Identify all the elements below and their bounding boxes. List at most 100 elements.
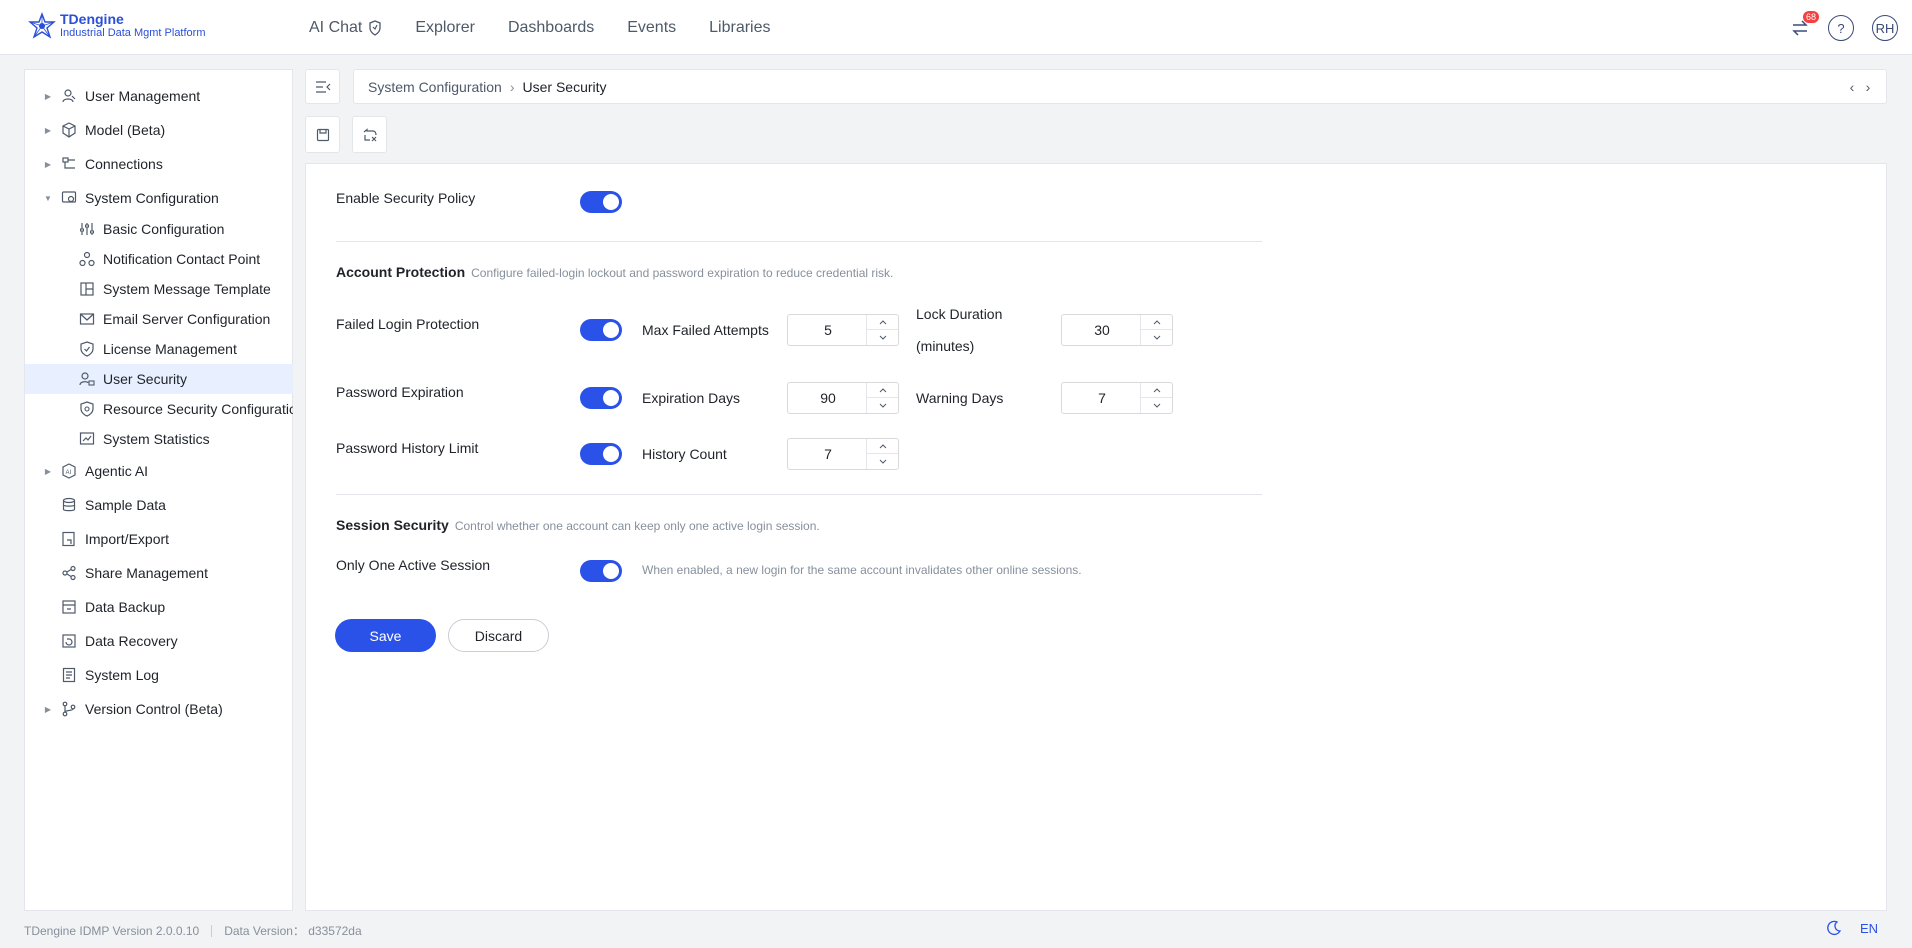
backup-icon	[61, 599, 77, 615]
sidebar-item-agentic-ai[interactable]: ▶ AI Agentic AI	[25, 456, 293, 486]
chevron-down-icon[interactable]	[1141, 330, 1172, 345]
sidebar-item-sample-data[interactable]: Sample Data	[25, 490, 293, 520]
lock-duration-input[interactable]	[1062, 315, 1142, 345]
failed-login-protection-toggle[interactable]	[580, 319, 622, 341]
sidebar-item-label: Notification Contact Point	[103, 251, 261, 267]
sidebar-item-connections[interactable]: ▶ Connections	[25, 149, 293, 179]
chevron-down-icon[interactable]	[867, 454, 898, 469]
svg-text:AI: AI	[66, 470, 72, 476]
sidebar: ▶ User Management ▶ Model (Beta) ▶ Conne…	[24, 69, 293, 911]
discard-button[interactable]: Discard	[448, 619, 549, 652]
session-security-desc: Control whether one account can keep onl…	[454, 519, 820, 533]
sidebar-item-user-security[interactable]: User Security	[25, 364, 293, 394]
caret-down-icon[interactable]: ▼	[43, 194, 53, 203]
data-version: Data Version： d33572da	[224, 924, 362, 938]
account-protection-desc: Configure failed-login lockout and passw…	[471, 266, 894, 280]
sidebar-item-system-log[interactable]: System Log	[25, 660, 293, 690]
expiration-days-stepper	[787, 382, 899, 414]
sidebar-item-data-backup[interactable]: Data Backup	[25, 592, 293, 622]
caret-right-icon[interactable]: ▶	[43, 467, 53, 476]
moon-icon[interactable]	[1826, 920, 1842, 936]
sidebar-item-label: Sample Data	[85, 497, 166, 513]
chevron-down-icon[interactable]	[1141, 398, 1172, 413]
chevron-up-icon[interactable]	[1141, 315, 1172, 330]
caret-right-icon[interactable]: ▶	[43, 126, 53, 135]
sidebar-item-model[interactable]: ▶ Model (Beta)	[25, 115, 293, 145]
sidebar-item-data-recovery[interactable]: Data Recovery	[25, 626, 293, 656]
app-logo[interactable]: TDengine Industrial Data Mgmt Platform	[28, 12, 206, 40]
chevron-up-icon[interactable]	[867, 315, 898, 330]
account-protection-title: Account Protection	[336, 264, 466, 280]
sidebar-item-system-configuration[interactable]: ▼ System Configuration	[25, 183, 293, 213]
sidebar-item-share-management[interactable]: Share Management	[25, 558, 293, 588]
lock-duration-label: Lock Duration (minutes)	[916, 298, 1002, 362]
nav-libraries[interactable]: Libraries	[709, 19, 770, 37]
help-button[interactable]: ?	[1828, 15, 1854, 41]
account-protection-heading: Account Protection Configure failed-login…	[336, 264, 893, 280]
system-config-icon	[61, 190, 77, 206]
language-switch[interactable]: EN	[1860, 921, 1878, 936]
discard-icon	[363, 127, 377, 141]
chevron-left-icon[interactable]: ‹	[1844, 78, 1860, 96]
password-expiration-toggle[interactable]	[580, 387, 622, 409]
history-count-input[interactable]	[788, 439, 868, 469]
sidebar-item-import-export[interactable]: Import/Export	[25, 524, 293, 554]
sidebar-item-resource-security-configuration[interactable]: Resource Security Configuration	[25, 394, 293, 424]
sidebar-item-license-management[interactable]: License Management	[25, 334, 293, 364]
sidebar-item-label: Version Control (Beta)	[85, 701, 223, 717]
history-count-stepper	[787, 438, 899, 470]
chevron-down-icon[interactable]	[867, 398, 898, 413]
sidebar-item-email-server-configuration[interactable]: Email Server Configuration	[25, 304, 293, 334]
sidebar-item-label: Import/Export	[85, 531, 170, 547]
app-subtitle: Industrial Data Mgmt Platform	[60, 27, 206, 39]
max-failed-attempts-input[interactable]	[788, 315, 868, 345]
nav-explorer[interactable]: Explorer	[415, 19, 475, 37]
expiration-days-input[interactable]	[788, 383, 868, 413]
app-version: TDengine IDMP Version 2.0.0.10	[24, 923, 200, 938]
nav-dashboards[interactable]: Dashboards	[508, 19, 594, 37]
sidebar-item-label: Connections	[85, 156, 163, 172]
breadcrumb: System Configuration › User Security ‹ ›	[353, 69, 1887, 104]
discard-toolbar-button[interactable]	[352, 116, 387, 153]
chevron-up-icon[interactable]	[867, 383, 898, 398]
sidebar-item-label: Resource Security Configuration	[103, 401, 293, 417]
sidebar-item-system-message-template[interactable]: System Message Template	[25, 274, 293, 304]
main-nav: AI Chat Explorer Dashboards Events Libra…	[309, 0, 804, 55]
app-name: TDengine	[60, 11, 124, 27]
chevron-right-icon[interactable]: ›	[1860, 78, 1876, 96]
mail-icon	[79, 311, 95, 327]
sidebar-item-system-statistics[interactable]: System Statistics	[25, 424, 293, 454]
chevron-up-icon[interactable]	[867, 439, 898, 454]
nav-events[interactable]: Events	[627, 19, 676, 37]
sidebar-item-label: Email Server Configuration	[103, 311, 271, 327]
sidebar-item-notification-contact-point[interactable]: Notification Contact Point	[25, 244, 293, 274]
sidebar-item-version-control[interactable]: ▶ Version Control (Beta)	[25, 694, 293, 724]
notification-badge: 68	[1802, 11, 1819, 23]
caret-right-icon[interactable]: ▶	[43, 160, 53, 169]
save-toolbar-button[interactable]	[305, 116, 340, 153]
import-export-icon	[61, 531, 77, 547]
footer: TDengine IDMP Version 2.0.0.10 Data Vers…	[24, 922, 362, 939]
sidebar-item-label: Data Backup	[85, 599, 166, 615]
user-avatar[interactable]: RH	[1872, 15, 1898, 41]
chevron-up-icon[interactable]	[1141, 383, 1172, 398]
save-button[interactable]: Save	[335, 619, 436, 652]
only-one-active-session-toggle[interactable]	[580, 560, 622, 582]
only-one-active-session-label: Only One Active Session	[336, 557, 491, 573]
enable-security-policy-toggle[interactable]	[580, 191, 622, 213]
password-history-limit-label: Password History Limit	[336, 440, 479, 456]
lock-duration-label-line1: Lock Duration	[916, 306, 1003, 322]
nav-ai-chat[interactable]: AI Chat	[309, 19, 382, 37]
collapse-sidebar-button[interactable]	[305, 69, 340, 104]
password-history-limit-toggle[interactable]	[580, 443, 622, 465]
chevron-down-icon[interactable]	[867, 330, 898, 345]
warning-days-input[interactable]	[1062, 383, 1142, 413]
caret-right-icon[interactable]: ▶	[43, 705, 53, 714]
sidebar-item-basic-configuration[interactable]: Basic Configuration	[25, 214, 293, 244]
breadcrumb-parent[interactable]: System Configuration	[368, 79, 502, 95]
notifications-button[interactable]: 68	[1787, 11, 1819, 41]
branch-icon	[61, 701, 77, 717]
caret-right-icon[interactable]: ▶	[43, 92, 53, 101]
recovery-icon	[61, 633, 77, 649]
sidebar-item-user-management[interactable]: ▶ User Management	[25, 81, 293, 111]
